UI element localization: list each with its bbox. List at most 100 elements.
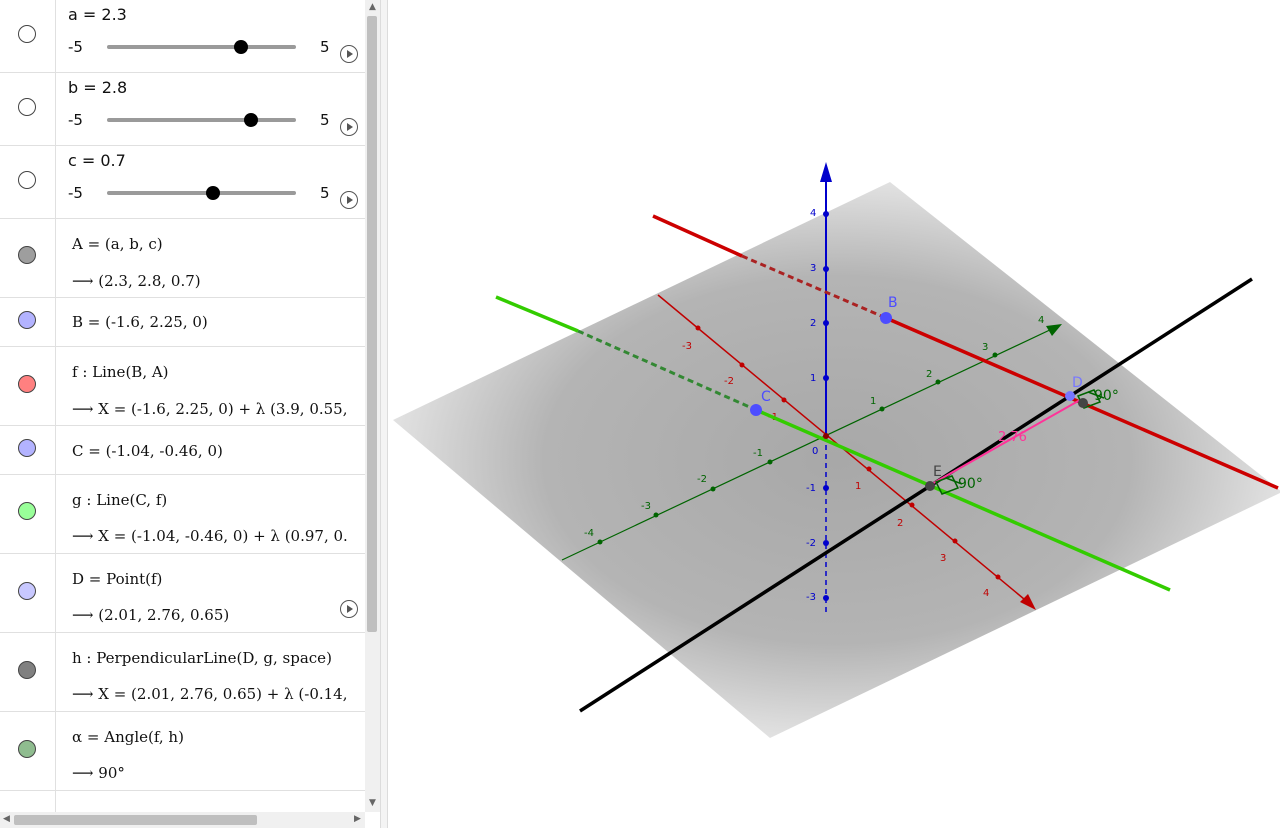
x-tick: 2 (897, 518, 903, 529)
visibility-toggle-h[interactable] (18, 661, 36, 679)
definition-h[interactable]: h : PerpendicularLine(D, g, space) (72, 649, 332, 667)
visibility-toggle-b[interactable] (18, 98, 36, 116)
play-icon[interactable] (340, 191, 358, 209)
marble-column (0, 791, 56, 812)
graphics-3d-view[interactable]: 4 3 2 1 0 -1 -2 -3 -3 -2 -1 1 2 (388, 0, 1280, 828)
y-tick: -1 (753, 448, 763, 459)
visibility-toggle-alpha[interactable] (18, 740, 36, 758)
definition-g[interactable]: g : Line(C, f) (72, 491, 167, 509)
object-row-alpha[interactable]: α = Angle(f, h) ⟶ 90° (0, 712, 365, 791)
y-tick: 1 (870, 396, 876, 407)
marble-column (0, 219, 56, 297)
definition-D[interactable]: D = Point(f) (72, 570, 162, 588)
slider-max-a: 5 (320, 38, 330, 56)
y-tick: -3 (641, 501, 651, 512)
object-row-g[interactable]: g : Line(C, f) ⟶ X = (-1.04, -0.46, 0) +… (0, 475, 365, 554)
visibility-toggle-B[interactable] (18, 311, 36, 329)
z-axis-arrow-icon (820, 162, 832, 182)
slider-label-b: b = 2.8 (68, 78, 128, 97)
output-f: ⟶ X = (-1.6, 2.25, 0) + λ (3.9, 0.55, (72, 400, 348, 418)
play-icon[interactable] (340, 45, 358, 63)
point-B[interactable] (880, 312, 892, 324)
slider-thumb-b[interactable] (243, 113, 258, 127)
angle-label-E: 90° (958, 476, 983, 492)
slider-label-a: a = 2.3 (68, 5, 127, 24)
angle-label-D: 90° (1094, 388, 1119, 404)
point-label-E: E (933, 464, 942, 480)
slider-row-b[interactable]: b = 2.8 -5 5 (0, 73, 365, 146)
slider-row-a[interactable]: a = 2.3 -5 5 (0, 0, 365, 73)
slider-min-b: -5 (68, 111, 83, 129)
vertical-scrollbar-thumb[interactable] (367, 16, 377, 632)
scroll-up-icon[interactable]: ▲ (369, 2, 376, 12)
definition-A[interactable]: A = (a, b, c) (72, 235, 163, 253)
visibility-toggle-C[interactable] (18, 439, 36, 457)
definition-alpha[interactable]: α = Angle(f, h) (72, 728, 184, 746)
origin-point (823, 433, 829, 439)
output-D: ⟶ (2.01, 2.76, 0.65) (72, 606, 230, 624)
z-tick: -1 (806, 483, 816, 494)
object-row-A[interactable]: A = (a, b, c) ⟶ (2.3, 2.8, 0.7) (0, 219, 365, 298)
z-tick: -2 (806, 538, 816, 549)
z-tick: -3 (806, 592, 816, 603)
view-divider[interactable] (380, 0, 388, 828)
y-tick: 4 (1038, 315, 1044, 326)
point-D-shadow (1078, 398, 1088, 408)
marble-column (0, 426, 56, 474)
x-tick: -3 (682, 341, 692, 352)
visibility-toggle-D[interactable] (18, 582, 36, 600)
slider-max-c: 5 (320, 184, 330, 202)
definition-f[interactable]: f : Line(B, A) (72, 363, 169, 381)
distance-label: 2.76 (998, 430, 1027, 445)
object-row-B[interactable]: B = (-1.6, 2.25, 0) (0, 298, 365, 347)
scroll-down-icon[interactable]: ▼ (369, 798, 376, 808)
output-A: ⟶ (2.3, 2.8, 0.7) (72, 272, 201, 290)
object-row-f[interactable]: f : Line(B, A) ⟶ X = (-1.6, 2.25, 0) + λ… (0, 347, 365, 426)
y-tick: -2 (697, 474, 707, 485)
slider-min-a: -5 (68, 38, 83, 56)
point-label-D: D (1072, 375, 1083, 391)
marble-column (0, 146, 56, 218)
line-f[interactable] (652, 214, 743, 258)
point-E[interactable] (925, 481, 935, 491)
output-g: ⟶ X = (-1.04, -0.46, 0) + λ (0.97, 0. (72, 527, 348, 545)
point-D[interactable] (1065, 391, 1075, 401)
visibility-toggle-f[interactable] (18, 375, 36, 393)
xy-plane (393, 182, 1280, 738)
object-row-h[interactable]: h : PerpendicularLine(D, g, space) ⟶ X =… (0, 633, 365, 712)
z-tick: 4 (810, 208, 816, 219)
visibility-toggle-A[interactable] (18, 246, 36, 264)
object-row-D[interactable]: D = Point(f) ⟶ (2.01, 2.76, 0.65) (0, 554, 365, 633)
y-tick: 3 (982, 342, 988, 353)
horizontal-scrollbar-thumb[interactable] (14, 815, 257, 825)
x-tick: 3 (940, 553, 946, 564)
z-tick: 2 (810, 318, 816, 329)
slider-min-c: -5 (68, 184, 83, 202)
definition-C[interactable]: C = (-1.04, -0.46, 0) (72, 442, 223, 460)
line-g[interactable] (495, 295, 579, 333)
visibility-toggle-c[interactable] (18, 171, 36, 189)
visibility-toggle-a[interactable] (18, 25, 36, 43)
slider-track-a[interactable] (107, 40, 296, 54)
play-icon[interactable] (340, 118, 358, 136)
marble-column (0, 633, 56, 711)
definition-B[interactable]: B = (-1.6, 2.25, 0) (72, 313, 208, 331)
scroll-left-icon[interactable]: ◀ (3, 814, 10, 824)
slider-track-c[interactable] (107, 186, 296, 200)
play-icon[interactable] (340, 600, 358, 618)
slider-thumb-a[interactable] (234, 40, 249, 54)
slider-row-c[interactable]: c = 0.7 -5 5 (0, 146, 365, 219)
point-C[interactable] (750, 404, 762, 416)
slider-max-b: 5 (320, 111, 330, 129)
marble-column (0, 347, 56, 425)
visibility-toggle-g[interactable] (18, 502, 36, 520)
point-label-B: B (888, 295, 898, 311)
slider-track-b[interactable] (107, 113, 296, 127)
object-row-C[interactable]: C = (-1.04, -0.46, 0) (0, 426, 365, 475)
output-h: ⟶ X = (2.01, 2.76, 0.65) + λ (-0.14, (72, 685, 348, 703)
algebra-view: a = 2.3 -5 5 b = 2.8 -5 5 c = 0.7 -5 5 A… (0, 0, 380, 828)
slider-thumb-c[interactable] (205, 186, 220, 200)
marble-column (0, 73, 56, 145)
point-label-C: C (761, 389, 771, 405)
scroll-right-icon[interactable]: ▶ (354, 814, 361, 824)
